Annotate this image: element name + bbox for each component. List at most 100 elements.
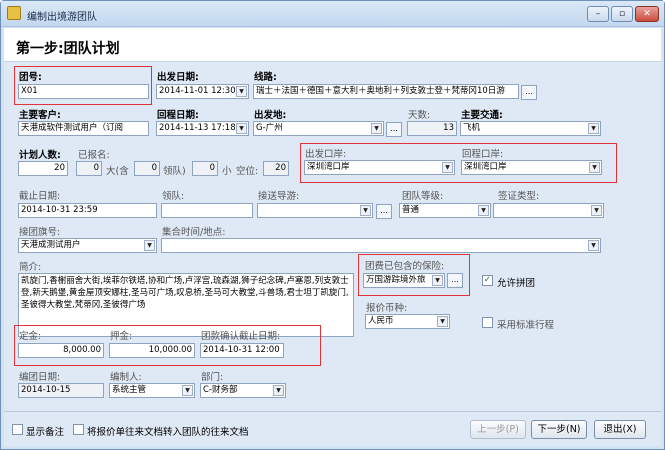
return-date-dropdown-icon[interactable]: ▼ [236,123,247,134]
insurance-label: 团费已包含的保险: [365,261,445,272]
return-date-input[interactable]: 2014-11-13 17:18 ▼ [156,121,249,136]
guide-select[interactable]: ▼ [257,203,373,218]
pickup-flag-select[interactable]: 天港成测试用户 ▼ [18,238,157,253]
show-notes-label: 显示备注 [26,427,65,438]
minimize-button[interactable]: – [587,6,609,22]
guide-picker-button[interactable]: ... [376,204,392,219]
insurance-picker-button[interactable]: ... [447,273,463,288]
main-transport-label: 主要交通: [461,110,503,121]
registered-label: 已报名: [78,150,110,161]
client-area: 第一步:团队计划 团号: X01 出发日期: 2014-11-01 12:30 ▼… [4,28,661,446]
main-customer-label: 主要客户: [19,110,61,121]
fee-deadline-label: 团款确认截止日期: [201,331,281,342]
department-dropdown-icon[interactable]: ▼ [273,385,284,396]
return-date-label: 回程日期: [157,110,199,121]
main-transport-select[interactable]: 飞机 ▼ [460,121,601,136]
exit-button[interactable]: 退出(X) [594,420,646,439]
app-icon [7,6,21,20]
lead-input: 0 [192,161,218,176]
transfer-docs-checkbox[interactable] [73,424,84,435]
vacancy-label: 空位: [236,166,259,177]
meeting-dropdown-icon[interactable]: ▼ [588,240,599,251]
route-picker-button[interactable]: ... [521,85,537,100]
return-port-dropdown-icon[interactable]: ▼ [589,162,600,173]
depart-port-dropdown-icon[interactable]: ▼ [442,162,453,173]
level-label: 团队等级: [402,191,444,202]
close-button[interactable]: ✕ [635,6,659,22]
return-port-label: 回程口岸: [462,149,504,160]
return-port-select[interactable]: 深圳湾口岸 ▼ [461,160,602,175]
plan-people-label: 计划人数: [19,150,61,161]
main-customer-input[interactable]: 天港成软件测试用户（订阅 [18,121,149,136]
main-transport-dropdown-icon[interactable]: ▼ [588,123,599,134]
route-input[interactable]: 瑞士＋法国＋德国＋意大利＋奥地利＋列支敦士登＋梵蒂冈10日游 [253,84,519,99]
pickup-flag-dropdown-icon[interactable]: ▼ [144,240,155,251]
route-label: 线路: [254,72,277,83]
depart-place-dropdown-icon[interactable]: ▼ [371,123,382,134]
guide-label: 接送导游: [258,191,300,202]
level-dropdown-icon[interactable]: ▼ [478,205,489,216]
lead-label: 领队) [163,166,186,177]
intro-label: 简介: [19,262,42,273]
days-input[interactable]: 13 [407,121,457,136]
std-itinerary-checkbox[interactable] [482,317,493,328]
insurance-select[interactable]: 万国游踪境外旅 ▼ [363,273,445,288]
depart-date-label: 出发日期: [157,72,199,83]
visa-type-label: 签证类型: [498,191,540,202]
next-step-button[interactable]: 下一步(N) [531,420,587,439]
deadline-input[interactable]: 2014-10-31 23:59 [18,203,157,218]
title-bar: 编制出境游团队 – ▫ ✕ [1,1,664,27]
depart-port-label: 出发口岸: [305,149,347,160]
registered-input: 0 [76,161,102,176]
plan-people-input[interactable]: 20 [18,161,68,176]
guide-dropdown-icon[interactable]: ▼ [360,205,371,216]
transfer-docs-label: 将报价单往来文档转入团队的往来文档 [87,427,249,438]
compiler-select[interactable]: 系统主管 ▼ [109,383,195,398]
fee-deadline-input[interactable]: 2014-10-31 12:00 [200,343,284,358]
guarantee-input[interactable]: 10,000.00 [109,343,195,358]
tour-leader-input[interactable] [161,203,253,218]
pickup-flag-label: 接团旗号: [19,227,61,238]
child-label: 小 [222,166,232,177]
form-panel: 团号: X01 出发日期: 2014-11-01 12:30 ▼ 线路: 瑞士＋法… [4,62,661,411]
footer-bar: 显示备注 将报价单往来文档转入团队的往来文档 上一步(P) 下一步(N) 退出(… [4,411,661,446]
compile-date-input: 2014-10-15 [18,383,104,398]
currency-dropdown-icon[interactable]: ▼ [437,316,448,327]
visa-type-select[interactable]: ▼ [493,203,604,218]
visa-type-dropdown-icon[interactable]: ▼ [591,205,602,216]
department-label: 部门: [201,372,224,383]
meeting-select[interactable]: ▼ [161,238,601,253]
compiler-dropdown-icon[interactable]: ▼ [182,385,193,396]
depart-place-label: 出发地: [254,110,287,121]
compile-date-label: 编团日期: [19,372,61,383]
depart-place-picker-button[interactable]: ... [386,122,402,137]
page-title: 第一步:团队计划 [16,41,120,57]
currency-select[interactable]: 人民币 ▼ [365,314,450,329]
std-itinerary-label: 采用标准行程 [497,320,555,331]
adult-input: 0 [134,161,160,176]
dialog-window: 编制出境游团队 – ▫ ✕ 第一步:团队计划 团号: X01 出发日期: 201… [0,0,665,450]
deadline-label: 截止日期: [19,191,61,202]
depart-date-input[interactable]: 2014-11-01 12:30 ▼ [156,84,249,99]
level-select[interactable]: 普通 ▼ [399,203,491,218]
department-select[interactable]: C-财务部 ▼ [200,383,286,398]
show-notes-checkbox[interactable] [12,424,23,435]
step-header: 第一步:团队计划 [4,28,661,62]
deposit-input[interactable]: 8,000.00 [18,343,104,358]
depart-port-select[interactable]: 深圳湾口岸 ▼ [304,160,455,175]
depart-date-dropdown-icon[interactable]: ▼ [236,86,247,97]
deposit-label: 定金: [19,331,42,342]
days-label: 天数: [408,110,431,121]
tour-leader-label: 领队: [162,191,185,202]
depart-place-select[interactable]: G-广州 ▼ [253,121,384,136]
allow-merge-checkbox[interactable]: ✓ [482,275,493,286]
meeting-label: 集合时间/地点: [162,227,226,238]
currency-label: 报价币种: [366,303,408,314]
guarantee-label: 押金: [110,331,133,342]
insurance-dropdown-icon[interactable]: ▼ [432,275,443,286]
compiler-label: 编制人: [110,372,142,383]
prev-step-button[interactable]: 上一步(P) [470,420,526,439]
maximize-button[interactable]: ▫ [611,6,633,22]
group-no-input[interactable]: X01 [18,84,149,99]
group-no-label: 团号: [19,72,42,83]
